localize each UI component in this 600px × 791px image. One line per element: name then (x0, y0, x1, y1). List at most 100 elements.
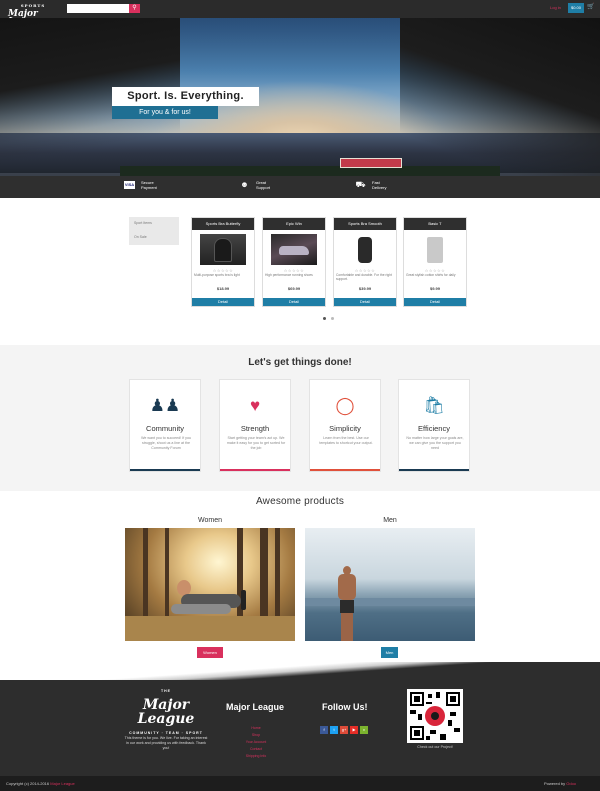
footer-link-contact[interactable]: Contact (226, 747, 286, 751)
product-card[interactable]: Epic Win ☆☆☆☆☆ High performance running … (262, 217, 326, 307)
googleplus-icon[interactable]: g+ (340, 726, 348, 734)
feature-great-support: ☻ Great Support (239, 179, 309, 195)
sidebar-item-on-sale[interactable]: On Sale (134, 235, 147, 239)
feature-box-title: Efficiency (418, 424, 450, 433)
footer-logo-tag: THE (161, 689, 171, 693)
feature-box-title: Simplicity (329, 424, 361, 433)
feature-label: Payment (141, 185, 157, 190)
hero-headline: Sport. Is. Everything. (112, 87, 259, 106)
feature-box-underline (399, 469, 469, 471)
qr-caption: Check out our Project! (417, 745, 453, 749)
powered-by: Powered by Odoo (544, 781, 576, 786)
men-image[interactable] (305, 528, 475, 641)
product-title[interactable]: Basic T (404, 218, 466, 230)
feature-secure-payment: VISA Secure Payment (124, 179, 194, 195)
search-input[interactable] (67, 4, 129, 13)
women-image[interactable] (125, 528, 295, 641)
feature-box-efficiency: 🛍 Efficiency No matter how large your go… (398, 379, 470, 472)
shopping-bag-icon: 🛍 (423, 396, 445, 415)
follow-us-title: Follow Us! (322, 702, 368, 712)
feature-box-community: ♟♟ Community We want you to succeed! If … (129, 379, 201, 472)
feature-box-underline (220, 469, 290, 471)
visa-card-icon: VISA (124, 181, 135, 189)
footer-link-shop[interactable]: Shop (226, 733, 286, 737)
product-title[interactable]: Sports Bra Butterfly (192, 218, 254, 230)
powered-by-link[interactable]: Odoo (566, 781, 576, 786)
hero-stand-right (400, 18, 600, 196)
women-heading: Women (198, 517, 222, 524)
footer-links-title: Major League (226, 702, 285, 712)
feature-box-description: Start getting your team's act up. We mak… (226, 436, 286, 450)
product-card[interactable]: Sports Bra Butterfly ☆☆☆☆☆ Multi-purpose… (191, 217, 255, 307)
copyright-link[interactable]: Major League (50, 781, 74, 786)
feature-label: Support (256, 185, 271, 190)
hero-scoreboard (340, 158, 402, 168)
product-description: Comfortable and durable. For the right s… (336, 273, 392, 281)
product-image[interactable] (271, 234, 317, 265)
product-description: Multi-purpose sports bra is light (194, 273, 240, 277)
product-description: Great stylish cotton shirts for daily (406, 273, 456, 277)
footer-wave (0, 662, 600, 682)
detail-button[interactable]: Detail (334, 298, 396, 306)
site-logo[interactable]: SPORTS Major League (8, 2, 58, 27)
youtube-icon[interactable]: ▶ (350, 726, 358, 734)
product-price: $9.99 (429, 286, 440, 291)
product-price: $39.99 (358, 286, 372, 291)
copyright: Copyright (c) 2014-2016 Major League (6, 781, 75, 786)
hero-banner (0, 18, 600, 196)
product-price: $69.99 (287, 286, 301, 291)
twitter-icon[interactable]: t (330, 726, 338, 734)
lightbulb-icon: ◯ (335, 396, 355, 415)
search-button[interactable]: ⚲ (129, 4, 140, 13)
feature-box-title: Strength (240, 424, 270, 433)
sidebar-item-sport-items[interactable]: Sport Items (134, 221, 152, 225)
product-title[interactable]: Epic Win (263, 218, 325, 230)
feature-box-description: No matter how large your goals are, we c… (406, 436, 464, 450)
login-link[interactable]: Log in (550, 5, 561, 10)
cart-icon[interactable]: 🛒 (587, 3, 594, 10)
footer (0, 680, 600, 776)
product-image[interactable] (342, 234, 388, 265)
feature-box-title: Community (146, 424, 184, 433)
carousel-dot-active[interactable] (323, 317, 326, 320)
copyright-text: Copyright (c) 2014-2016 (6, 781, 50, 786)
detail-button[interactable]: Detail (404, 298, 466, 306)
product-card[interactable]: Sports Bra Smooth ☆☆☆☆☆ Comfortable and … (333, 217, 397, 307)
footer-logo-text: Major League (137, 697, 195, 727)
men-button[interactable]: Men (381, 647, 398, 658)
truck-icon: ⛟ (355, 180, 366, 189)
cart-amount[interactable]: $0.00 (568, 3, 584, 13)
awesome-products-title: Awesome products (255, 496, 345, 507)
vine-icon[interactable]: v (360, 726, 368, 734)
qr-code[interactable] (407, 689, 463, 743)
people-icon: ☻ (240, 180, 249, 189)
detail-button[interactable]: Detail (192, 298, 254, 306)
facebook-icon[interactable]: f (320, 726, 328, 734)
men-heading: Men (383, 517, 397, 524)
heartbeat-icon: ♥ (249, 396, 261, 415)
section-title: Let's get things done! (248, 357, 352, 368)
feature-box-underline (310, 469, 380, 471)
feature-label: Delivery (372, 185, 387, 190)
community-icon: ♟♟ (149, 396, 181, 415)
women-button[interactable]: Women (197, 647, 223, 658)
product-price: $18.99 (216, 286, 230, 291)
product-image[interactable] (200, 234, 246, 265)
feature-box-simplicity: ◯ Simplicity Learn from the best. Use ou… (309, 379, 381, 472)
product-image[interactable] (412, 234, 458, 265)
footer-link-home[interactable]: Home (226, 726, 286, 730)
hero-subline: For you & for us! (112, 106, 218, 119)
footer-logo[interactable]: THE Major League COMMUNITY · TEAM · SPOR… (124, 684, 208, 735)
feature-fast-delivery: ⛟ Fast Delivery (355, 179, 425, 195)
bottom-bar (0, 776, 600, 791)
product-description: High performance running shoes (265, 273, 313, 277)
carousel-dot[interactable] (331, 317, 334, 320)
product-title[interactable]: Sports Bra Smooth (334, 218, 396, 230)
product-card[interactable]: Basic T ☆☆☆☆☆ Great stylish cotton shirt… (403, 217, 467, 307)
powered-by-text: Powered by (544, 781, 566, 786)
footer-link-account[interactable]: Your Account (226, 740, 286, 744)
detail-button[interactable]: Detail (263, 298, 325, 306)
footer-link-shipping[interactable]: Shipping Info (226, 754, 286, 758)
footer-about: This theme is for you. We live. For taki… (124, 736, 208, 750)
feature-box-description: Learn from the best. Use our templates t… (319, 436, 373, 445)
